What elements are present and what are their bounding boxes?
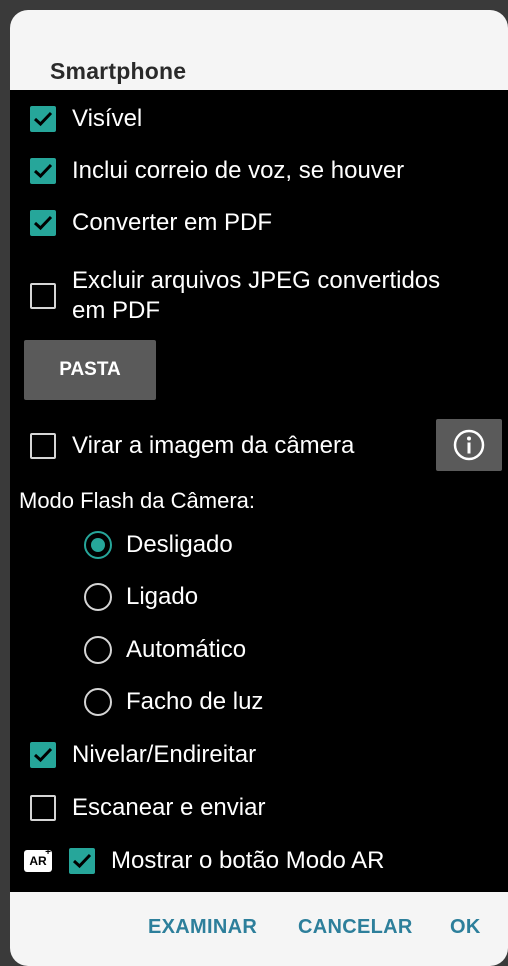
radio-unselected[interactable] [84, 636, 112, 664]
options-panel[interactable]: Visível Inclui correio de voz, se houver… [10, 90, 508, 892]
option-convert-pdf[interactable]: Converter em PDF [30, 208, 272, 238]
check-icon [33, 163, 53, 179]
delete-jpeg-label: Excluir arquivos JPEG convertidos em PDF [72, 267, 441, 324]
delete-jpeg-checkbox[interactable] [30, 283, 56, 309]
option-voicemail[interactable]: Inclui correio de voz, se houver [30, 156, 404, 186]
flash-option-label: Automático [126, 636, 247, 663]
dialog-footer: EXAMINAR CANCELAR OK [10, 892, 508, 966]
cancel-button[interactable]: CANCELAR [298, 916, 413, 939]
scan-send-label: Escanear e enviar [72, 794, 266, 821]
check-icon [33, 215, 53, 231]
flip-camera-label: Virar a imagem da câmera [72, 432, 355, 459]
flash-option-label: Ligado [126, 583, 199, 610]
flash-option-label: Facho de luz [126, 688, 264, 715]
option-ar-mode[interactable]: AR + Mostrar o botão Modo AR [24, 846, 384, 876]
radio-selected[interactable] [84, 531, 112, 559]
browse-button[interactable]: EXAMINAR [148, 916, 257, 939]
check-icon [72, 853, 92, 869]
flip-camera-checkbox[interactable] [30, 433, 56, 459]
ar-mode-label: Mostrar o botão Modo AR [111, 847, 385, 874]
radio-unselected[interactable] [84, 583, 112, 611]
flash-option-off[interactable]: Desligado [84, 530, 233, 560]
visible-label: Visível [72, 105, 143, 132]
voicemail-label: Inclui correio de voz, se houver [72, 157, 405, 184]
convert-pdf-checkbox[interactable] [30, 210, 56, 236]
level-label: Nivelar/Endireitar [72, 741, 257, 768]
convert-pdf-label: Converter em PDF [72, 209, 273, 236]
dialog-title: Smartphone [50, 58, 187, 84]
flash-option-auto[interactable]: Automático [84, 635, 246, 665]
option-visible[interactable]: Visível [30, 104, 142, 134]
info-button[interactable] [436, 419, 502, 471]
option-delete-jpeg[interactable]: Excluir arquivos JPEG convertidos em PDF [30, 266, 440, 326]
flash-mode-label: Modo Flash da Câmera: [19, 488, 255, 513]
info-icon [453, 429, 485, 461]
check-icon [33, 747, 53, 763]
option-level[interactable]: Nivelar/Endireitar [30, 740, 256, 770]
settings-dialog: Smartphone Visível Inclui correio de voz… [10, 10, 508, 966]
radio-unselected[interactable] [84, 688, 112, 716]
ar-icon: AR + [24, 847, 52, 872]
flash-option-torch[interactable]: Facho de luz [84, 687, 263, 717]
ok-button[interactable]: OK [450, 916, 481, 939]
flash-option-label: Desligado [126, 531, 233, 558]
check-icon [33, 111, 53, 127]
ar-mode-checkbox[interactable] [69, 848, 95, 874]
option-scan-send[interactable]: Escanear e enviar [30, 793, 265, 823]
voicemail-checkbox[interactable] [30, 158, 56, 184]
scan-send-checkbox[interactable] [30, 795, 56, 821]
visible-checkbox[interactable] [30, 106, 56, 132]
folder-button[interactable]: PASTA [24, 340, 156, 400]
option-flip-camera[interactable]: Virar a imagem da câmera [30, 431, 354, 461]
flash-option-on[interactable]: Ligado [84, 582, 198, 612]
level-checkbox[interactable] [30, 742, 56, 768]
